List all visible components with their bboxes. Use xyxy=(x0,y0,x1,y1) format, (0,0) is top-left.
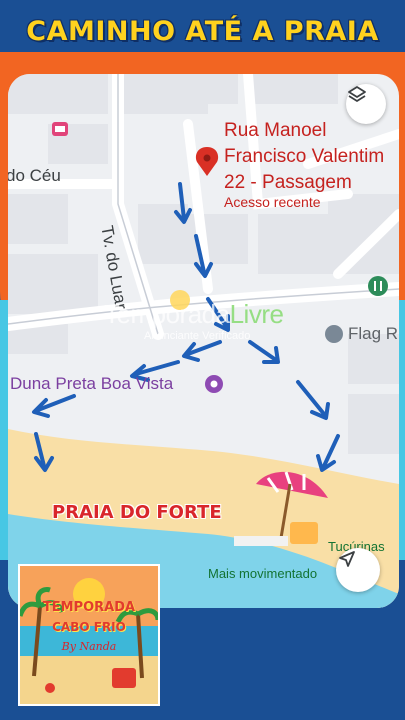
brand-logo: TEMPORADA CABO FRIO By Nanda xyxy=(18,564,160,706)
logo-line-3: By Nanda xyxy=(61,640,117,653)
my-location-button[interactable] xyxy=(336,548,380,592)
logo-line-1: TEMPORADA xyxy=(42,600,136,615)
beach-label: PRAIA DO FORTE xyxy=(52,502,222,523)
destination-status: Acesso recente xyxy=(224,194,321,210)
logo-art xyxy=(20,566,158,704)
camera-icon xyxy=(205,375,223,393)
map-view[interactable]: Rua Manoel Francisco Valentim 22 - Passa… xyxy=(8,74,399,608)
location-pin-icon xyxy=(195,147,219,176)
watermark-tagline: Anunciante Verificado xyxy=(144,330,251,342)
poi-duna-label[interactable]: Duna Preta Boa Vista xyxy=(10,374,173,394)
poi-flag-label[interactable]: Flag R xyxy=(348,324,398,344)
watermark-prefix: Temporada xyxy=(104,299,230,329)
restroom-icon xyxy=(368,276,388,296)
watermark: TemporadaLivre xyxy=(104,299,284,330)
hotel-icon xyxy=(52,122,68,136)
destination-line-3: 22 - Passagem xyxy=(224,172,352,193)
navigation-arrow-icon xyxy=(339,551,355,567)
destination-address[interactable]: Rua Manoel Francisco Valentim 22 - Passa… xyxy=(224,118,384,196)
watermark-suffix: Livre xyxy=(229,299,284,329)
layers-button[interactable] xyxy=(346,84,386,124)
page-title: CAMINHO ATÉ A PRAIA xyxy=(26,16,379,47)
neighborhood-label: do Céu xyxy=(8,166,61,185)
layers-icon xyxy=(348,86,366,102)
destination-line-2: Francisco Valentim xyxy=(224,146,385,167)
busy-label: Mais movimentado xyxy=(208,566,318,581)
logo-line-2: CABO FRIO xyxy=(52,620,126,634)
